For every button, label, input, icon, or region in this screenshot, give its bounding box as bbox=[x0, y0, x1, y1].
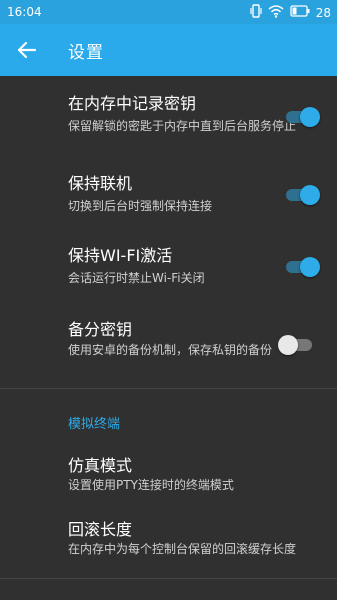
arrow-back-icon[interactable] bbox=[14, 37, 40, 63]
status-bar: 16:04 28 bbox=[0, 0, 337, 24]
app-bar: 设置 bbox=[0, 24, 337, 76]
setting-title: 备分密钥 bbox=[68, 320, 133, 339]
section-header-terminal: 模拟终端 bbox=[68, 417, 121, 432]
status-time: 16:04 bbox=[7, 5, 42, 19]
vibrate-icon bbox=[250, 4, 262, 21]
keep-connection-toggle[interactable] bbox=[284, 184, 320, 205]
backup-keys-toggle[interactable] bbox=[278, 334, 314, 355]
setting-title: 仿真模式 bbox=[68, 456, 133, 475]
wifi-icon bbox=[268, 4, 284, 21]
section-divider bbox=[0, 388, 337, 389]
settings-list: 在内存中记录密钥 保留解锁的密匙于内存中直到后台服务停止 保持联机 切换到后台时… bbox=[0, 76, 337, 600]
setting-keep-connection[interactable]: 保持联机 切换到后台时强制保持连接 bbox=[0, 164, 337, 224]
battery-icon bbox=[290, 5, 310, 20]
status-icons: 28 bbox=[250, 4, 331, 21]
setting-summary: 使用安卓的备份机制，保存私钥的备份 bbox=[68, 343, 273, 357]
section-divider bbox=[0, 578, 337, 579]
page-title: 设置 bbox=[68, 43, 104, 63]
setting-backup-keys[interactable]: 备分密钥 使用安卓的备份机制，保存私钥的备份 bbox=[0, 308, 337, 378]
setting-title: 保持WI-FI激活 bbox=[68, 246, 173, 265]
setting-summary: 设置使用PTY连接时的终端模式 bbox=[68, 478, 234, 492]
setting-emulation-mode[interactable]: 仿真模式 设置使用PTY连接时的终端模式 bbox=[0, 446, 337, 502]
setting-summary: 保留解锁的密匙于内存中直到后台服务停止 bbox=[68, 119, 297, 133]
setting-title: 回滚长度 bbox=[68, 520, 133, 539]
keep-wifi-toggle[interactable] bbox=[284, 256, 320, 277]
setting-summary: 在内存中为每个控制台保留的回滚缓存长度 bbox=[68, 542, 297, 556]
setting-scrollback-length[interactable]: 回滚长度 在内存中为每个控制台保留的回滚缓存长度 bbox=[0, 510, 337, 566]
remember-key-toggle[interactable] bbox=[284, 106, 320, 127]
battery-level: 28 bbox=[315, 5, 331, 20]
setting-title: 在内存中记录密钥 bbox=[68, 94, 197, 113]
setting-summary: 切换到后台时强制保持连接 bbox=[68, 199, 213, 213]
setting-keep-wifi-active[interactable]: 保持WI-FI激活 会话运行时禁止Wi-Fi关闭 bbox=[0, 236, 337, 296]
toggle-thumb bbox=[300, 257, 320, 277]
toggle-thumb bbox=[278, 335, 298, 355]
setting-remember-key-in-memory[interactable]: 在内存中记录密钥 保留解锁的密匙于内存中直到后台服务停止 bbox=[0, 84, 337, 154]
setting-title: 保持联机 bbox=[68, 174, 133, 193]
toggle-thumb bbox=[300, 107, 320, 127]
toggle-thumb bbox=[300, 185, 320, 205]
setting-summary: 会话运行时禁止Wi-Fi关闭 bbox=[68, 271, 205, 285]
